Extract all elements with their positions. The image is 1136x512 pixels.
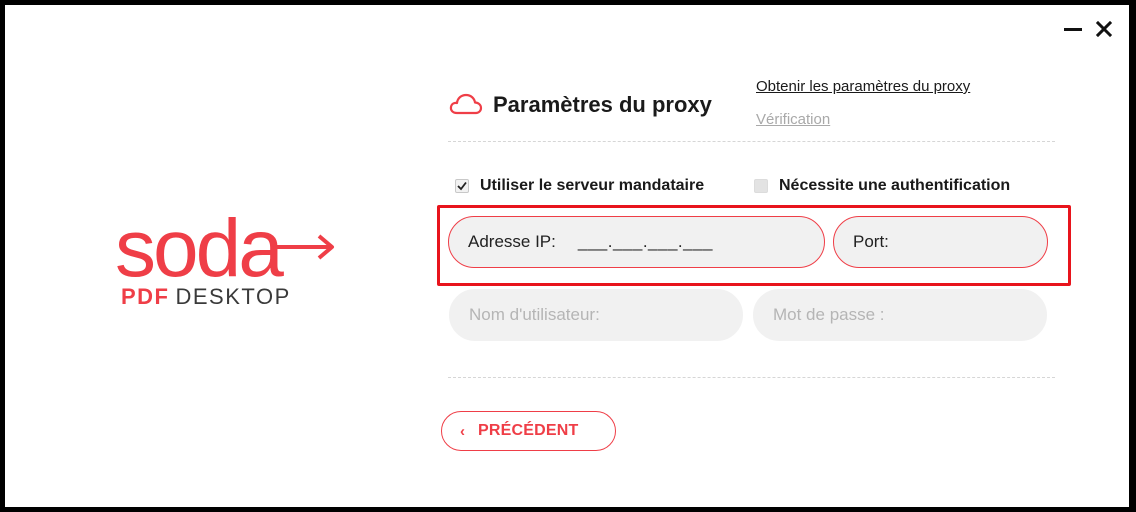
minimize-button[interactable] (1061, 17, 1085, 41)
use-proxy-option[interactable]: Utiliser le serveur mandataire (455, 177, 704, 195)
page-title: Paramètres du proxy (493, 92, 712, 117)
username-placeholder: Nom d'utilisateur: (469, 305, 600, 324)
require-auth-checkbox[interactable] (754, 179, 768, 193)
require-auth-option[interactable]: Nécessite une authentification (754, 177, 1010, 195)
previous-button-label: PRÉCÉDENT (478, 422, 579, 439)
password-field[interactable]: Mot de passe : (753, 289, 1047, 341)
username-field[interactable]: Nom d'utilisateur: (449, 289, 743, 341)
port-field[interactable]: Port: (833, 216, 1048, 268)
previous-button[interactable]: ‹ PRÉCÉDENT (441, 411, 616, 451)
bottom-divider (448, 377, 1055, 378)
require-auth-label: Nécessite une authentification (779, 177, 1011, 194)
close-icon (1096, 21, 1112, 37)
soda-pdf-logo: soda PDF DESKTOP (115, 208, 355, 318)
logo-arrow-icon (275, 234, 334, 260)
installer-window: soda PDF DESKTOP Paramètres du proxy Obte… (5, 5, 1129, 507)
verification-link[interactable]: Vérification (756, 111, 830, 128)
ip-address-label: Adresse IP: (468, 232, 556, 251)
minimize-icon (1064, 28, 1082, 31)
top-divider (448, 141, 1055, 142)
logo-wordmark: soda (115, 203, 284, 294)
logo-sub-bold: PDF (121, 284, 170, 309)
use-proxy-label: Utiliser le serveur mandataire (480, 177, 705, 194)
logo-subtitle: PDF DESKTOP (121, 284, 291, 310)
password-placeholder: Mot de passe : (773, 305, 885, 324)
cloud-icon (449, 93, 483, 115)
ip-address-input[interactable]: ___.___.___.___ (578, 232, 713, 252)
obtain-proxy-settings-link[interactable]: Obtenir les paramètres du proxy (756, 78, 970, 95)
checkmark-icon (457, 181, 467, 191)
chevron-left-icon: ‹ (460, 422, 465, 440)
port-label: Port: (853, 232, 889, 251)
use-proxy-checkbox[interactable] (455, 179, 469, 193)
ip-address-field[interactable]: Adresse IP: ___.___.___.___ (448, 216, 825, 268)
close-button[interactable] (1092, 17, 1116, 41)
logo-sub-light: DESKTOP (175, 284, 291, 309)
